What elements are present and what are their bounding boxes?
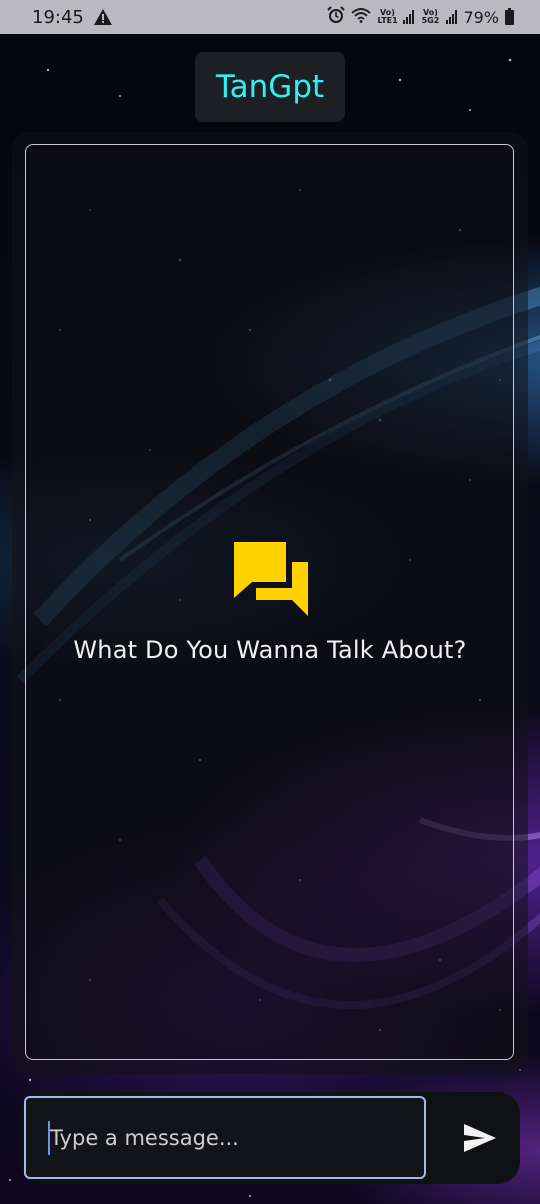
network-1-label: Vo) LTE1 [377, 8, 398, 25]
signal-icon [403, 10, 415, 24]
message-input[interactable] [24, 1096, 426, 1179]
status-right-group: Vo) LTE1 Vo) 5G2 79% [327, 6, 514, 28]
signal-icon [446, 10, 458, 24]
send-button[interactable] [448, 1112, 512, 1164]
network-2-label: Vo) 5G2 [421, 8, 440, 25]
status-bar: 19:45 Vo) LTE1 Vo) 5G2 79% [0, 0, 540, 34]
alarm-icon [327, 6, 346, 28]
send-icon [464, 1124, 496, 1152]
battery-level: 79% [463, 7, 499, 27]
battery-icon [505, 7, 514, 25]
empty-state-text: What Do You Wanna Talk About? [73, 636, 467, 664]
status-time: 19:45 [32, 6, 84, 28]
warning-icon [93, 9, 112, 25]
chat-bubbles-icon [232, 540, 310, 616]
app-title: TanGpt [195, 52, 345, 122]
text-cursor [48, 1121, 50, 1155]
wifi-icon [351, 7, 372, 27]
